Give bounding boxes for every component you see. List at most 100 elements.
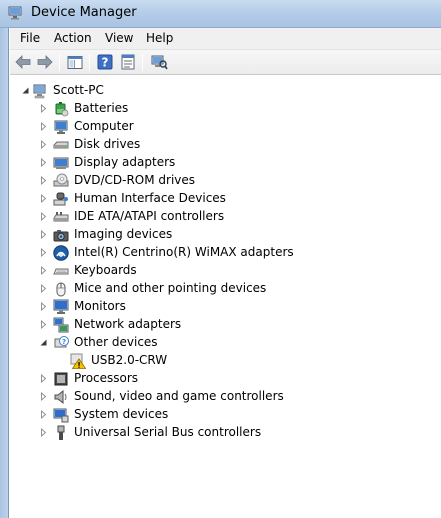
- expand-arrow-icon[interactable]: [39, 194, 48, 203]
- tree-item-label: Sound, video and game controllers: [74, 389, 284, 403]
- tree-item-keyboards[interactable]: Keyboards: [10, 262, 210, 280]
- tree-item-dvd-cd-rom-drives[interactable]: DVD/CD-ROM drives: [10, 172, 210, 190]
- toolbar-separator: [89, 54, 90, 71]
- device-warning-icon: [70, 353, 86, 369]
- expand-arrow-icon[interactable]: [39, 212, 48, 221]
- system-devices-icon: [53, 408, 69, 423]
- forward-icon: [37, 55, 53, 69]
- show-hide-console-tree-button[interactable]: [65, 53, 85, 71]
- tree-item-display-adapters[interactable]: Display adapters: [10, 154, 210, 172]
- tree-item-label: Batteries: [74, 101, 129, 115]
- tree-item-label: DVD/CD-ROM drives: [74, 173, 196, 187]
- expand-arrow-icon[interactable]: [39, 302, 48, 311]
- tree-item-label: Intel(R) Centrino(R) WiMAX adapters: [74, 245, 294, 259]
- title-bar[interactable]: Device Manager: [0, 0, 441, 28]
- properties-icon: [121, 54, 135, 70]
- hid-icon: [53, 192, 68, 206]
- help-icon: ?: [97, 54, 113, 70]
- optical-drive-icon: [53, 173, 69, 187]
- expand-arrow-icon[interactable]: [39, 392, 48, 401]
- monitor-icon: [53, 299, 69, 314]
- tree-item-imaging-devices[interactable]: Imaging devices: [10, 226, 210, 244]
- expand-arrow-icon[interactable]: [39, 158, 48, 167]
- expand-arrow-icon[interactable]: [39, 284, 48, 293]
- tree-item-human-interface-devices[interactable]: Human Interface Devices: [10, 190, 226, 208]
- scan-hardware-button[interactable]: [149, 53, 169, 71]
- expand-arrow-icon[interactable]: [39, 266, 48, 275]
- tree-item-label: Imaging devices: [74, 227, 173, 241]
- tree-item-other-devices[interactable]: ? Other devices: [10, 334, 210, 352]
- scan-hardware-icon: [151, 55, 168, 70]
- toolbar-separator: [59, 54, 60, 71]
- tree-item-label: Network adapters: [74, 317, 182, 331]
- tree-item-label: Human Interface Devices: [74, 191, 226, 205]
- tree-item-label: Universal Serial Bus controllers: [74, 425, 262, 439]
- expand-arrow-icon[interactable]: [39, 248, 48, 257]
- tree-item-sound-video-game-controllers[interactable]: Sound, video and game controllers: [10, 388, 284, 406]
- toolbar: ?: [10, 50, 441, 75]
- tree-item-computer[interactable]: Computer: [10, 118, 210, 136]
- menu-bar: File Action View Help: [10, 28, 441, 50]
- battery-icon: [55, 102, 69, 117]
- back-icon: [15, 55, 31, 69]
- menu-action[interactable]: Action: [54, 31, 92, 45]
- tree-item-intel-wimax-adapters[interactable]: Intel(R) Centrino(R) WiMAX adapters: [10, 244, 294, 262]
- wimax-adapter-icon: [53, 245, 69, 261]
- speaker-icon: [54, 389, 67, 405]
- collapse-arrow-icon[interactable]: [21, 86, 30, 95]
- tree-item-network-adapters[interactable]: Network adapters: [10, 316, 210, 334]
- expand-arrow-icon[interactable]: [39, 140, 48, 149]
- tree-item-label: IDE ATA/ATAPI controllers: [74, 209, 225, 223]
- tree-item-ide-ata-atapi-controllers[interactable]: IDE ATA/ATAPI controllers: [10, 208, 224, 226]
- display-adapter-icon: [53, 157, 69, 169]
- svg-text:?: ?: [62, 338, 66, 346]
- mouse-icon: [56, 282, 66, 297]
- tree-item-usb-controllers[interactable]: Universal Serial Bus controllers: [10, 424, 261, 442]
- tree-item-batteries[interactable]: Batteries: [10, 100, 210, 118]
- tree-item-system-devices[interactable]: System devices: [10, 406, 210, 424]
- computer-icon: [33, 84, 46, 99]
- disk-drive-icon: [53, 141, 69, 149]
- menu-view[interactable]: View: [105, 31, 133, 45]
- camera-icon: [53, 230, 69, 242]
- expand-arrow-icon[interactable]: [39, 176, 48, 185]
- network-adapter-icon: [53, 317, 69, 333]
- expand-arrow-icon[interactable]: [39, 230, 48, 239]
- processor-icon: [54, 372, 68, 386]
- ide-controller-icon: [53, 212, 69, 222]
- device-tree[interactable]: Scott-PC Batteries Computer Disk drives …: [10, 76, 441, 518]
- tree-item-monitors[interactable]: Monitors: [10, 298, 210, 316]
- tree-item-label: Keyboards: [74, 263, 137, 277]
- tree-item-disk-drives[interactable]: Disk drives: [10, 136, 210, 154]
- tree-item-label: Display adapters: [74, 155, 176, 169]
- tree-root-label: Scott-PC: [53, 83, 104, 97]
- expand-arrow-icon[interactable]: [39, 320, 48, 329]
- expand-arrow-icon[interactable]: [39, 122, 48, 131]
- back-button[interactable]: [13, 53, 33, 71]
- menu-help[interactable]: Help: [146, 31, 173, 45]
- tree-item-usb2-crw[interactable]: USB2.0-CRW: [10, 352, 210, 370]
- expand-arrow-icon[interactable]: [39, 410, 48, 419]
- expand-arrow-icon[interactable]: [39, 428, 48, 437]
- show-hide-console-tree-icon: [67, 55, 83, 69]
- svg-text:?: ?: [102, 56, 109, 70]
- menu-file[interactable]: File: [20, 31, 40, 45]
- tree-item-processors[interactable]: Processors: [10, 370, 210, 388]
- tree-root-scott-pc[interactable]: Scott-PC: [10, 82, 210, 100]
- tree-item-label: Other devices: [74, 335, 158, 349]
- properties-button[interactable]: [118, 53, 138, 71]
- forward-button[interactable]: [35, 53, 55, 71]
- tree-item-label: System devices: [74, 407, 169, 421]
- expand-arrow-icon[interactable]: [39, 104, 48, 113]
- expand-arrow-icon[interactable]: [39, 374, 48, 383]
- usb-icon: [57, 425, 65, 440]
- tree-item-mice-and-pointing-devices[interactable]: Mice and other pointing devices: [10, 280, 266, 298]
- tree-item-label: Monitors: [74, 299, 126, 313]
- help-button[interactable]: ?: [95, 53, 115, 71]
- window-title: Device Manager: [31, 5, 137, 20]
- unknown-device-icon: ?: [54, 336, 69, 348]
- tree-item-label: Computer: [74, 119, 134, 133]
- collapse-arrow-icon[interactable]: [39, 338, 48, 347]
- tree-item-label: Disk drives: [74, 137, 141, 151]
- tree-item-label: USB2.0-CRW: [91, 353, 168, 367]
